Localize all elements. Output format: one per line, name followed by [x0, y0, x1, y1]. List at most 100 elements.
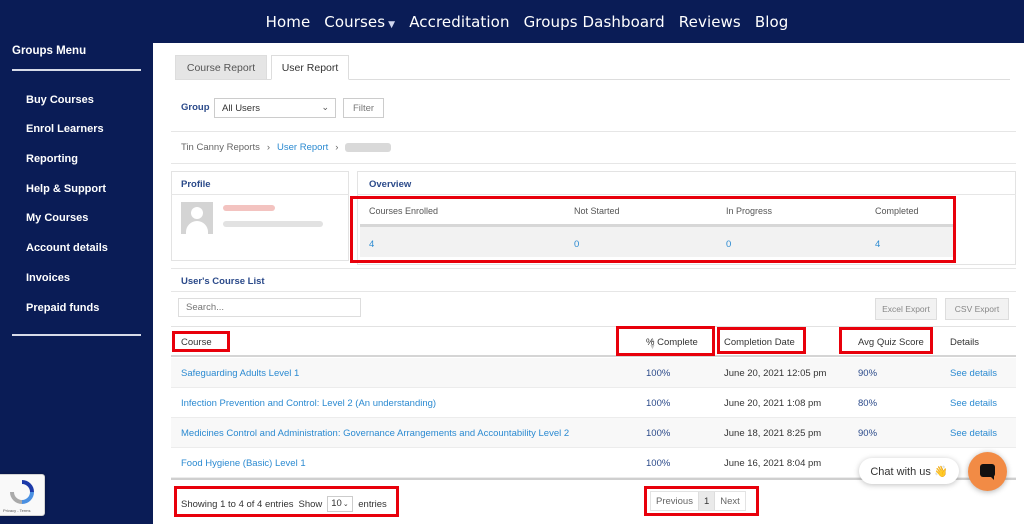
nav-groups-dashboard[interactable]: Groups Dashboard	[524, 13, 665, 31]
completion-date: June 16, 2021 8:04 pm	[724, 458, 822, 469]
filter-button[interactable]: Filter	[343, 98, 384, 118]
profile-email-redacted	[223, 221, 323, 227]
course-link[interactable]: Medicines Control and Administration: Go…	[181, 428, 569, 439]
overview-label-not-started: Not Started	[574, 206, 620, 216]
overview-separator	[360, 224, 954, 227]
nav-courses-label: Courses	[324, 12, 386, 31]
percent-complete: 100%	[646, 398, 671, 409]
pagination-next[interactable]: Next	[715, 492, 745, 510]
course-list-title: User's Course List	[181, 276, 265, 287]
nav-accreditation[interactable]: Accreditation	[409, 13, 509, 31]
breadcrumb-separator-icon: ›	[335, 142, 339, 153]
show-label: Show	[298, 498, 323, 510]
sidebar-item-account-details[interactable]: Account details	[26, 242, 108, 254]
group-select[interactable]: All Users ⌄	[214, 98, 336, 118]
page-length-value: 10	[331, 498, 342, 509]
overview-divider	[357, 194, 1016, 195]
main-content: Course Report User Report Group All User…	[153, 43, 1024, 524]
table-row: Infection Prevention and Control: Level …	[171, 388, 1016, 418]
sidebar-item-prepaid-funds[interactable]: Prepaid funds	[26, 302, 99, 314]
course-list-top-divider	[171, 268, 1016, 269]
overview-values-band	[360, 227, 954, 257]
recaptcha-badge[interactable]: Privacy - Terms	[0, 474, 45, 516]
pagination-previous[interactable]: Previous	[651, 492, 698, 510]
entries-label: entries	[358, 498, 387, 510]
column-header-course[interactable]: Course	[181, 337, 212, 348]
percent-complete: 100%	[646, 428, 671, 439]
nav-reviews[interactable]: Reviews	[679, 13, 741, 31]
sidebar-divider-bottom	[12, 334, 141, 336]
nav-home[interactable]: Home	[266, 13, 311, 31]
avg-quiz-score: 90%	[858, 368, 878, 379]
table-row: Safeguarding Adults Level 1 100% June 20…	[171, 358, 1016, 388]
sidebar-item-invoices[interactable]: Invoices	[26, 272, 70, 284]
percent-complete: 100%	[646, 458, 671, 469]
see-details-link[interactable]: See details	[950, 398, 997, 409]
profile-title: Profile	[181, 179, 211, 190]
table-info: Showing 1 to 4 of 4 entries Show 10⌄ ent…	[181, 496, 387, 512]
breadcrumb: Tin Canny Reports › User Report ›	[181, 142, 392, 153]
profile-divider	[171, 194, 349, 195]
table-row: Medicines Control and Administration: Go…	[171, 418, 1016, 448]
breadcrumb-user-name-redacted	[345, 143, 392, 152]
overview-value-not-started: 0	[574, 239, 580, 250]
group-select-value: All Users	[222, 102, 261, 114]
overview-value-enrolled: 4	[369, 239, 375, 250]
csv-export-button[interactable]: CSV Export	[945, 298, 1009, 320]
excel-export-button[interactable]: Excel Export	[875, 298, 937, 320]
chevron-down-icon: ▼	[388, 19, 396, 30]
overview-title: Overview	[369, 179, 412, 190]
completion-date: June 20, 2021 1:08 pm	[724, 398, 822, 409]
overview-value-completed: 4	[875, 239, 881, 250]
course-link[interactable]: Infection Prevention and Control: Level …	[181, 398, 436, 409]
breadcrumb-root[interactable]: Tin Canny Reports	[181, 142, 260, 153]
completion-date: June 18, 2021 8:25 pm	[724, 428, 822, 439]
course-search-input[interactable]	[178, 298, 361, 317]
column-header-complete[interactable]: % Complete	[646, 337, 698, 348]
avg-quiz-score: 80%	[858, 398, 878, 409]
sidebar-item-reporting[interactable]: Reporting	[26, 153, 78, 165]
pagination-page[interactable]: 1	[697, 492, 716, 510]
recaptcha-text[interactable]: Privacy - Terms	[3, 508, 30, 513]
chat-with-us-bubble[interactable]: Chat with us 👋	[859, 458, 959, 484]
chat-button[interactable]	[968, 452, 1007, 491]
sidebar-item-enrol-learners[interactable]: Enrol Learners	[26, 123, 104, 135]
column-header-completion-date[interactable]: Completion Date	[724, 337, 795, 348]
completion-date: June 20, 2021 12:05 pm	[724, 368, 827, 379]
sidebar-divider-top	[12, 69, 141, 71]
chevron-down-icon: ⌄	[342, 501, 349, 508]
column-header-details[interactable]: Details	[950, 337, 979, 348]
showing-entries-text: Showing 1 to 4 of 4 entries	[181, 498, 294, 510]
course-link[interactable]: Safeguarding Adults Level 1	[181, 368, 299, 379]
breadcrumb-separator-icon: ›	[266, 142, 271, 153]
chevron-down-icon: ⌄	[321, 102, 329, 112]
group-label: Group	[181, 102, 210, 113]
tab-user-report[interactable]: User Report	[271, 55, 349, 80]
sidebar-item-help-support[interactable]: Help & Support	[26, 183, 106, 195]
sidebar-item-my-courses[interactable]: My Courses	[26, 212, 88, 224]
recaptcha-icon	[10, 480, 34, 504]
overview-label-enrolled: Courses Enrolled	[369, 206, 439, 216]
avg-quiz-score: 90%	[858, 428, 878, 439]
groups-sidebar: Groups Menu Buy Courses Enrol Learners R…	[0, 43, 153, 524]
breadcrumb-user-report[interactable]: User Report	[277, 142, 328, 153]
see-details-link[interactable]: See details	[950, 368, 997, 379]
overview-label-in-progress: In Progress	[726, 206, 773, 216]
page-length-select[interactable]: 10⌄	[327, 496, 354, 512]
profile-name-redacted	[223, 205, 275, 211]
percent-complete: 100%	[646, 368, 671, 379]
nav-courses[interactable]: Courses ▼	[324, 13, 395, 31]
see-details-link[interactable]: See details	[950, 428, 997, 439]
nav-blog[interactable]: Blog	[755, 13, 789, 31]
breadcrumb-divider	[171, 163, 1016, 164]
course-list-title-divider	[171, 291, 1016, 292]
column-header-avg-quiz-score[interactable]: Avg Quiz Score	[858, 337, 924, 348]
sidebar-item-buy-courses[interactable]: Buy Courses	[26, 94, 94, 106]
top-navigation: Home Courses ▼ Accreditation Groups Dashb…	[0, 0, 1024, 43]
overview-label-completed: Completed	[875, 206, 919, 216]
report-tabs: Course Report User Report	[175, 55, 1010, 80]
course-link[interactable]: Food Hygiene (Basic) Level 1	[181, 458, 306, 469]
overview-value-in-progress: 0	[726, 239, 732, 250]
avatar	[181, 202, 213, 234]
tab-course-report[interactable]: Course Report	[175, 55, 267, 80]
